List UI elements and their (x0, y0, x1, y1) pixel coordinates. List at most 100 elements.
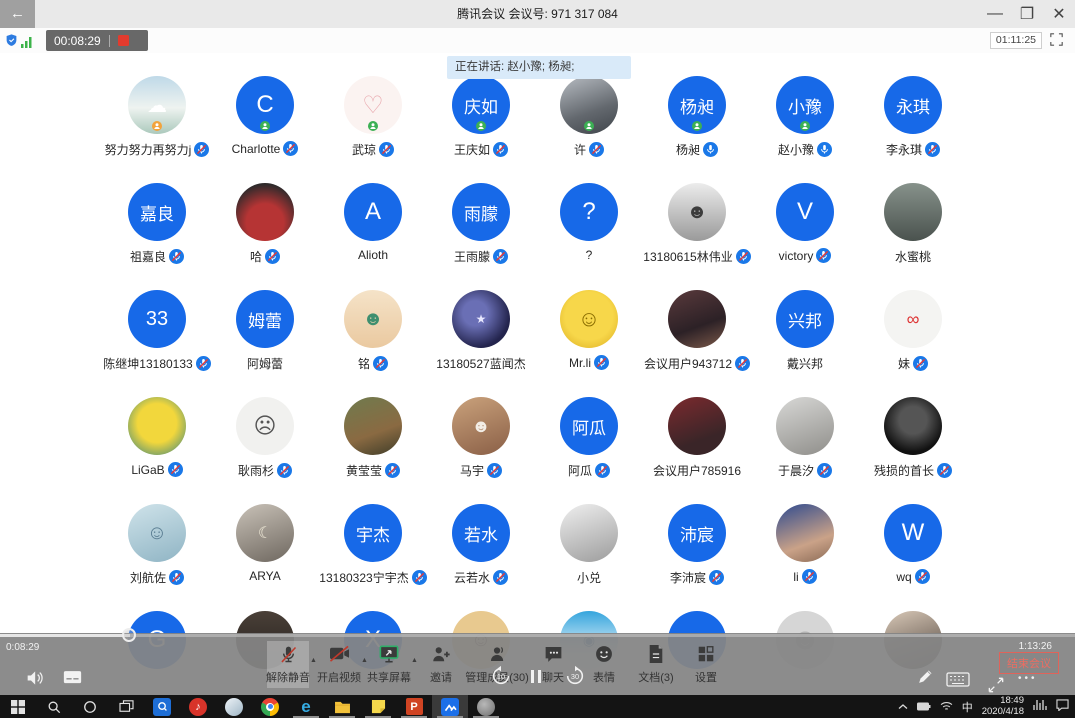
participant-tile[interactable]: 会议用户785916 (643, 397, 751, 504)
participant-name: 哈 (250, 248, 262, 265)
participant-tile[interactable]: 会议用户943712 (643, 290, 751, 397)
participant-tile[interactable]: 雨朦 王雨朦 (427, 183, 535, 290)
keyboard-icon[interactable] (946, 672, 970, 687)
wifi-icon[interactable] (940, 698, 953, 716)
taskbar-clock[interactable]: 18:49 2020/4/18 (982, 696, 1024, 718)
participant-tile[interactable]: 若水 云若水 (427, 504, 535, 611)
role-badge-green (476, 121, 486, 131)
taskbar-search-icon[interactable] (36, 695, 72, 718)
rewind-10-button[interactable]: 10 (490, 665, 512, 687)
participant-tile[interactable]: 于晨汐 (751, 397, 859, 504)
participant-tile[interactable]: 阿瓜 阿瓜 (535, 397, 643, 504)
mic-muted-icon (913, 356, 928, 371)
taskbar-netease-music-icon[interactable]: ♪ (180, 695, 216, 718)
taskbar-blue-browser-app-icon[interactable] (144, 695, 180, 718)
ime-indicator[interactable]: 中 (962, 699, 973, 715)
participant-tile[interactable]: C Charlotte (211, 76, 319, 183)
close-button[interactable]: ✕ (1043, 0, 1075, 28)
mic-muted-icon (385, 463, 400, 478)
participant-tile[interactable]: ☁ 努力努力再努力j (103, 76, 211, 183)
tray-chevron-up-icon[interactable] (898, 698, 908, 716)
progress-track[interactable] (0, 634, 1075, 637)
participant-tile[interactable]: 水蜜桃 (859, 183, 967, 290)
mic-muted-icon (937, 463, 952, 478)
participant-tile[interactable]: 宇杰 13180323宁宇杰 (319, 504, 427, 611)
volume-icon[interactable] (26, 669, 46, 687)
participant-tile[interactable]: ☹ 耿雨杉 (211, 397, 319, 504)
battery-icon[interactable] (917, 698, 931, 716)
participant-name: 阿瓜 (568, 462, 592, 479)
taskbar-white-circle-app-icon[interactable] (216, 695, 252, 718)
end-meeting-button[interactable]: 结束会议 (999, 652, 1059, 674)
participant-tile[interactable]: A Alioth (319, 183, 427, 290)
forward-label: 30 (571, 672, 579, 681)
participant-tile[interactable]: 兴邦 戴兴邦 (751, 290, 859, 397)
member-badge-icon (368, 118, 378, 136)
taskbar-cortana-icon[interactable] (72, 695, 108, 718)
progress-handle[interactable] (122, 628, 136, 642)
participant-tile[interactable]: li (751, 504, 859, 611)
minimize-button[interactable]: — (979, 0, 1011, 28)
action-center-icon[interactable] (1056, 698, 1069, 716)
taskbar-task-view-icon[interactable] (108, 695, 144, 718)
subtitle-icon[interactable] (63, 670, 82, 686)
more-options-dots[interactable]: ••• (1018, 673, 1038, 684)
participant-tile[interactable]: ☻ 13180615林伟业 (643, 183, 751, 290)
pause-button[interactable] (531, 670, 541, 683)
participant-tile[interactable]: 许 (535, 76, 643, 183)
participant-tile[interactable]: 庆如 王庆如 (427, 76, 535, 183)
taskbar-chrome-icon[interactable] (252, 695, 288, 718)
video-options-arrow[interactable]: ▲ (361, 657, 368, 664)
participant-tile[interactable]: 黄莹莹 (319, 397, 427, 504)
participant-tile[interactable]: W wq (859, 504, 967, 611)
stop-recording-button[interactable] (118, 35, 129, 46)
mic-muted-icon (817, 463, 832, 478)
participant-tile[interactable]: LiGaB (103, 397, 211, 504)
taskbar-powerpoint-icon[interactable]: P (396, 695, 432, 718)
avatar: ☹ (236, 397, 294, 455)
participant-tile[interactable]: 嘉良 祖嘉良 (103, 183, 211, 290)
participant-tile[interactable]: ☻ 铭 (319, 290, 427, 397)
participant-tile[interactable]: ☺ Mr.li (535, 290, 643, 397)
participant-tile[interactable]: ♡ 武琼 (319, 76, 427, 183)
mic-muted-icon (196, 356, 211, 371)
participant-tile[interactable]: ∞ 妹 (859, 290, 967, 397)
participant-tile[interactable]: 小豫 赵小豫 (751, 76, 859, 183)
forward-30-button[interactable]: 30 (564, 665, 586, 687)
meter-icon[interactable] (1033, 698, 1047, 716)
taskbar-sticky-notes-icon[interactable] (360, 695, 396, 718)
taskbar-gray-circle-app-icon[interactable] (468, 695, 504, 718)
taskbar-file-explorer-icon[interactable] (324, 695, 360, 718)
fullscreen-icon[interactable] (1050, 33, 1063, 51)
toolbar-settings-button[interactable]: 设置 (664, 644, 748, 685)
participant-tile[interactable]: ☺ 刘航佐 (103, 504, 211, 611)
participant-name: Mr.li (569, 356, 591, 370)
recording-timer: 00:08:29 (54, 34, 101, 48)
participant-tile[interactable]: ? ? (535, 183, 643, 290)
annotate-pencil-icon[interactable] (916, 667, 935, 686)
participant-tile[interactable]: 沛宸 李沛宸 (643, 504, 751, 611)
share-options-arrow[interactable]: ▲ (411, 657, 418, 664)
participant-tile[interactable]: ☻ 马宇 (427, 397, 535, 504)
mic-options-arrow[interactable]: ▲ (310, 657, 317, 664)
member-badge-icon (800, 118, 810, 136)
participant-name: 努力努力再努力j (105, 141, 192, 158)
participant-name: 会议用户785916 (653, 462, 741, 479)
participant-tile[interactable]: 残损的首长 (859, 397, 967, 504)
participant-tile[interactable]: ☾ ARYA (211, 504, 319, 611)
participant-tile[interactable]: 哈 (211, 183, 319, 290)
taskbar-tencent-meeting-icon[interactable] (432, 695, 468, 718)
restore-button[interactable]: ❐ (1011, 0, 1043, 28)
mic-muted-icon (283, 141, 298, 156)
taskbar-edge-icon[interactable]: e (288, 695, 324, 718)
participant-tile[interactable]: 33 陈继坤13180133 (103, 290, 211, 397)
participant-tile[interactable]: 姆蕾 阿姆蕾 (211, 290, 319, 397)
avatar-photo-glyph: ★ (476, 312, 487, 326)
participant-tile[interactable]: 杨昶 杨昶 (643, 76, 751, 183)
participant-tile[interactable]: 永琪 李永琪 (859, 76, 967, 183)
taskbar-windows-start-icon[interactable] (0, 695, 36, 718)
participant-tile[interactable]: V victory (751, 183, 859, 290)
participant-tile[interactable]: ★ 13180527蓝闻杰 (427, 290, 535, 397)
participant-tile[interactable]: 小兑 (535, 504, 643, 611)
exit-fullscreen-icon[interactable] (986, 675, 1006, 695)
